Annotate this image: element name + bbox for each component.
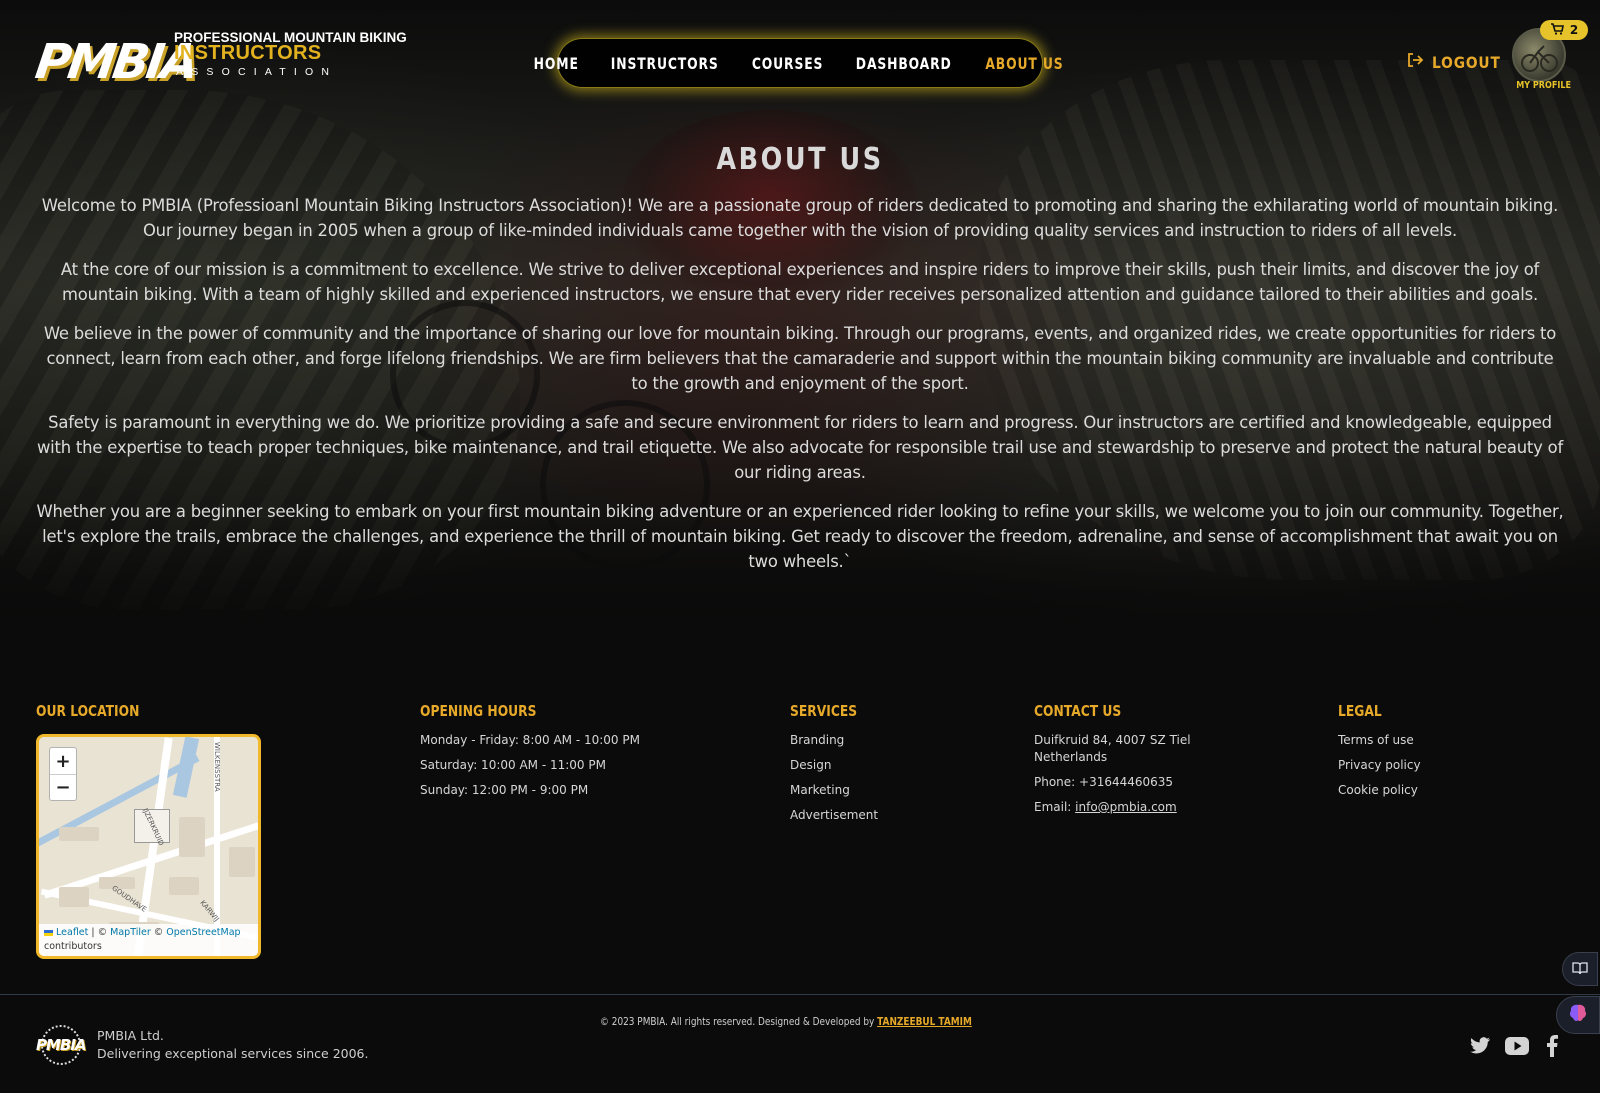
map-attribution: Leaflet | © MapTiler © OpenStreetMap con… — [39, 924, 258, 956]
nav-home[interactable]: HOME — [534, 54, 579, 73]
maptiler-link[interactable]: MapTiler — [110, 927, 151, 938]
hours-item: Monday - Friday: 8:00 AM - 10:00 PM — [420, 733, 640, 747]
attribution-separator: | © — [88, 927, 111, 938]
hours-heading: OPENING HOURS — [420, 702, 537, 720]
copyright-text: © 2023 PMBIA. All rights reserved. Desig… — [600, 1016, 972, 1028]
profile-label[interactable]: MY PROFILE — [1516, 80, 1571, 91]
contact-country: Netherlands — [1034, 750, 1108, 764]
brain-icon — [1567, 1003, 1589, 1027]
cart-count: 2 — [1569, 23, 1579, 37]
contact-email: Email: info@pmbia.com — [1034, 799, 1191, 816]
footer-logo[interactable]: PMBIA — [36, 1024, 87, 1066]
logo-line-3: ASSOCIATION — [176, 66, 338, 78]
company-tagline: Delivering exceptional services since 20… — [97, 1046, 369, 1061]
leaflet-link[interactable]: Leaflet — [56, 927, 88, 938]
attribution-contributors: contributors — [44, 941, 102, 952]
facebook-link[interactable] — [1539, 1034, 1565, 1058]
footer-logo-text: PMBIA — [36, 1036, 87, 1054]
about-paragraph: At the core of our mission is a commitme… — [60, 260, 1540, 304]
footer-legal: LEGAL Terms of use Privacy policy Cookie… — [1338, 702, 1421, 807]
location-map[interactable]: WILKENSSTRA GOUDHAVE KARWIJ IJZERKRUID +… — [36, 734, 261, 959]
zoom-in-button[interactable]: + — [50, 748, 76, 774]
map-street-label: WILKENSSTRA — [213, 742, 221, 792]
ukraine-flag-icon — [44, 929, 53, 936]
youtube-icon — [1505, 1037, 1529, 1055]
copyright-label: © 2023 PMBIA. All rights reserved. Desig… — [600, 1016, 878, 1028]
nav-courses[interactable]: COURSES — [752, 54, 824, 73]
map-building — [169, 877, 199, 895]
services-heading: SERVICES — [790, 702, 858, 720]
about-body: Welcome to PMBIA (Professioanl Mountain … — [36, 193, 1564, 588]
map-building — [229, 847, 255, 877]
location-heading: OUR LOCATION — [36, 702, 140, 720]
legal-link-cookie[interactable]: Cookie policy — [1338, 782, 1421, 799]
service-link-design[interactable]: Design — [790, 757, 878, 774]
legal-link-terms[interactable]: Terms of use — [1338, 732, 1421, 749]
nav-instructors[interactable]: INSTRUCTORS — [611, 54, 719, 73]
footer-location: OUR LOCATION — [36, 702, 162, 732]
service-link-branding[interactable]: Branding — [790, 732, 878, 749]
main-nav: HOME INSTRUCTORS COURSES DASHBOARD ABOUT… — [534, 38, 1062, 88]
youtube-link[interactable] — [1504, 1034, 1530, 1058]
zoom-out-button[interactable]: − — [50, 774, 76, 800]
footer-hours: OPENING HOURS Monday - Friday: 8:00 AM -… — [420, 702, 640, 807]
map-zoom-control: + − — [49, 747, 77, 801]
service-link-advertisement[interactable]: Advertisement — [790, 807, 878, 824]
map-building — [59, 887, 89, 907]
company-name: PMBIA Ltd. — [97, 1028, 164, 1043]
about-paragraph: Whether you are a beginner seeking to em… — [36, 502, 1564, 571]
email-link[interactable]: info@pmbia.com — [1075, 800, 1177, 814]
cart-button[interactable]: 2 — [1540, 20, 1588, 40]
twitter-link[interactable] — [1467, 1034, 1493, 1058]
hours-item: Saturday: 10:00 AM - 11:00 PM — [420, 758, 606, 772]
logo-line-2: INSTRUCTORS — [174, 42, 322, 64]
book-icon — [1572, 960, 1588, 979]
developer-link[interactable]: TANZEEBUL TAMIM — [877, 1016, 972, 1028]
legal-link-privacy[interactable]: Privacy policy — [1338, 757, 1421, 774]
facebook-icon — [1547, 1035, 1558, 1057]
nav-dashboard[interactable]: DASHBOARD — [856, 54, 952, 73]
logout-button[interactable]: LOGOUT — [1406, 51, 1512, 73]
twitter-icon — [1470, 1037, 1490, 1054]
about-paragraph: Safety is paramount in everything we do.… — [36, 413, 1564, 482]
footer-services: SERVICES Branding Design Marketing Adver… — [790, 702, 878, 832]
ai-assistant-button[interactable] — [1556, 996, 1600, 1034]
cart-icon — [1550, 22, 1564, 38]
email-label: Email: — [1034, 800, 1076, 814]
contact-address: Duifkruid 84, 4007 SZ Tiel — [1034, 733, 1191, 747]
site-logo[interactable]: PMBIA PROFESSIONAL MOUNTAIN BIKING INSTR… — [32, 28, 407, 100]
contact-phone: Phone: +31644460635 — [1034, 775, 1174, 789]
legal-heading: LEGAL — [1338, 702, 1382, 720]
map-building — [59, 827, 99, 841]
service-link-marketing[interactable]: Marketing — [790, 782, 878, 799]
contact-heading: CONTACT US — [1034, 702, 1122, 720]
map-building — [179, 817, 205, 857]
about-paragraph: Welcome to PMBIA (Professioanl Mountain … — [41, 196, 1559, 240]
footer-divider — [0, 994, 1600, 995]
footer-contact: CONTACT US Duifkruid 84, 4007 SZ Tiel Ne… — [1034, 702, 1191, 824]
about-paragraph: We believe in the power of community and… — [43, 324, 1557, 393]
attribution-separator: © — [150, 927, 167, 938]
logout-icon — [1406, 51, 1424, 73]
nav-about-us[interactable]: ABOUT US — [985, 54, 1063, 73]
logout-label: LOGOUT — [1432, 52, 1501, 72]
page-title: ABOUT US — [716, 142, 884, 177]
hours-item: Sunday: 12:00 PM - 9:00 PM — [420, 783, 589, 797]
reader-mode-button[interactable] — [1562, 952, 1598, 986]
osm-link[interactable]: OpenStreetMap — [166, 927, 240, 938]
